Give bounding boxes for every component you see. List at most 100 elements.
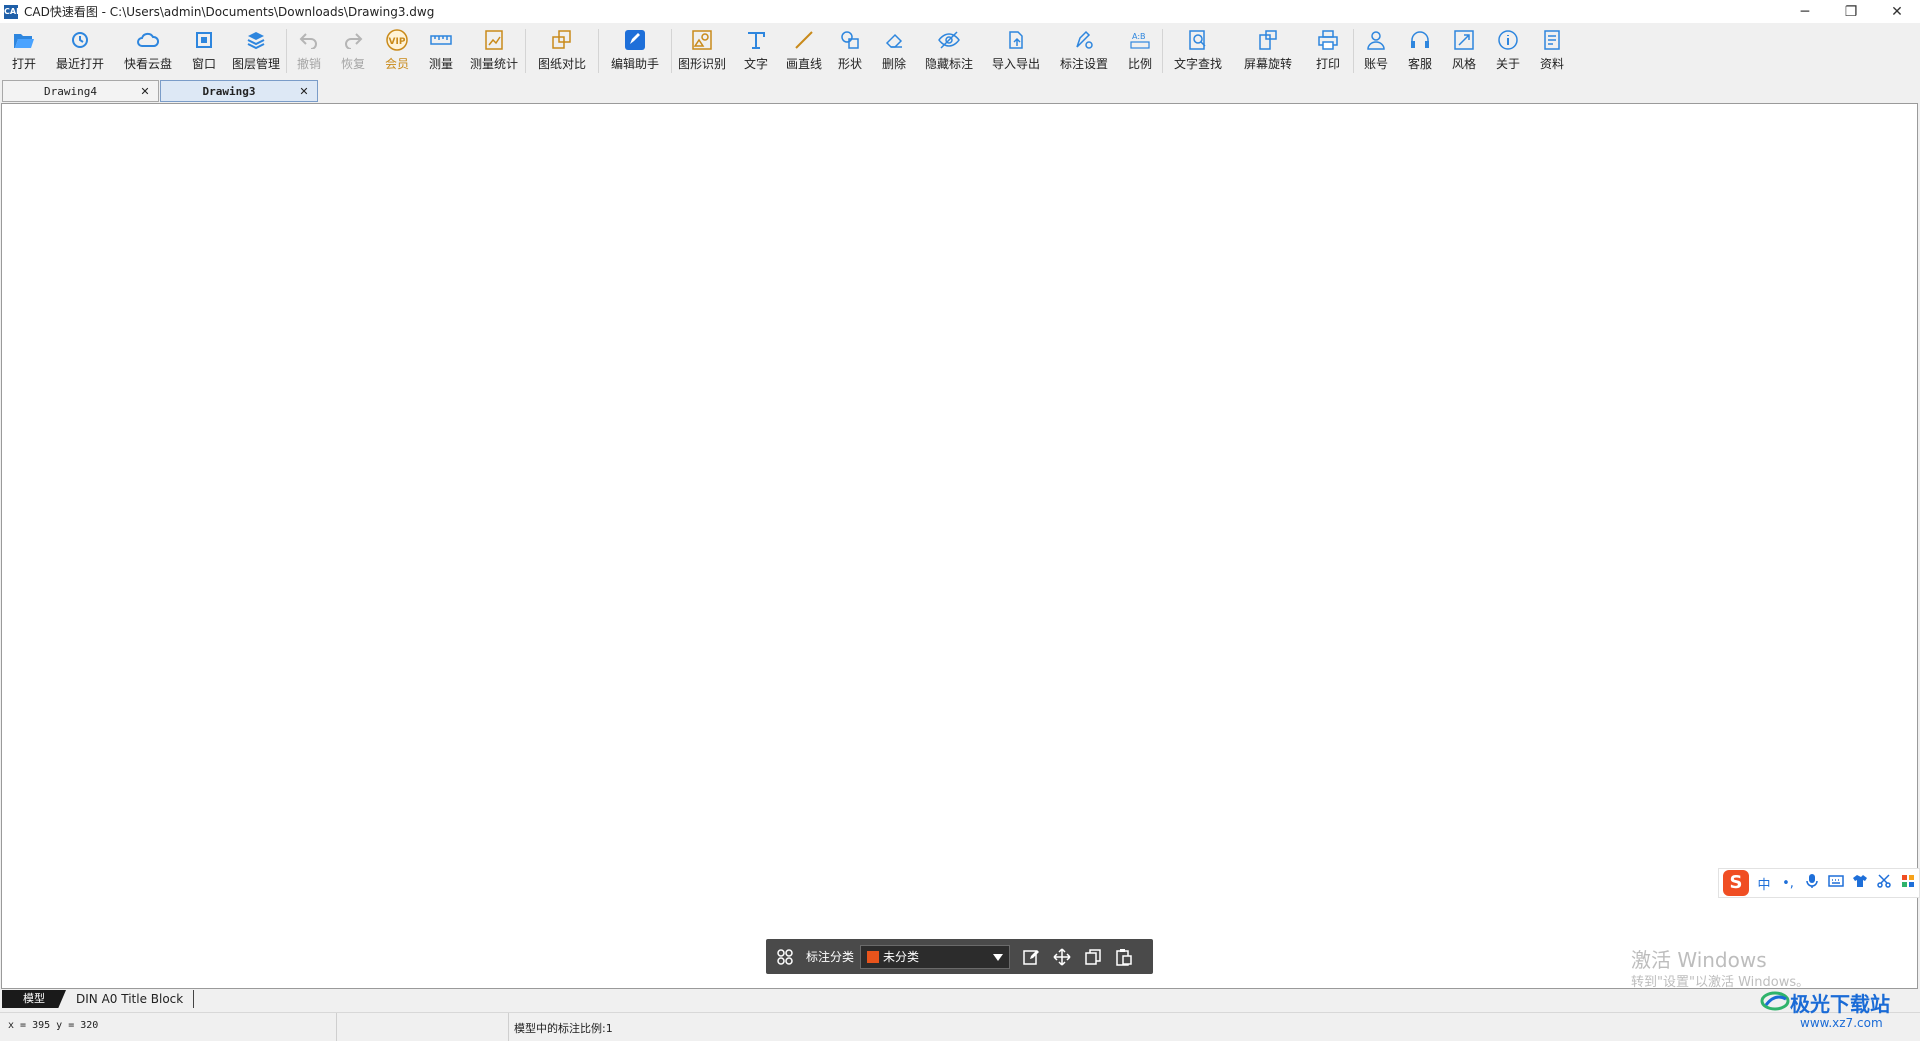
shape-recognize-button[interactable]: 图形识别 (672, 23, 732, 75)
window-icon (192, 28, 216, 52)
annotation-scale-status: 模型中的标注比例:1 (514, 1022, 613, 1035)
folder-open-icon (12, 28, 36, 52)
window-title: CAD快速看图 - C:\Users\admin\Documents\Downl… (24, 5, 435, 19)
text-icon (744, 28, 768, 52)
about-button[interactable]: 关于 (1486, 23, 1530, 75)
tab-drawing3[interactable]: Drawing3 ✕ (160, 80, 318, 102)
print-icon (1316, 28, 1340, 52)
hide-annotation-button[interactable]: 隐藏标注 (916, 23, 982, 75)
category-color-swatch (867, 950, 880, 963)
keyboard-icon[interactable] (1827, 875, 1845, 891)
line-icon (792, 28, 816, 52)
window-controls: ─ ❐ ✕ (1782, 0, 1920, 23)
layout-tabs: 模型 DIN A0 Title Block (0, 989, 1920, 1009)
scale-icon: A:B (1128, 28, 1152, 52)
microphone-icon[interactable] (1803, 873, 1821, 893)
activation-watermark-title: 激活 Windows (1631, 948, 1767, 972)
tab-drawing4[interactable]: Drawing4 ✕ (2, 80, 159, 102)
shape-icon (838, 28, 862, 52)
status-bar: x = 395 y = 320 模型中的标注比例:1 (0, 1012, 1920, 1041)
undo-button[interactable]: 撤销 (287, 23, 331, 75)
move-icon[interactable] (1051, 946, 1073, 968)
annotation-category-label: 标注分类 (806, 950, 855, 964)
chevron-down-icon (993, 953, 1004, 961)
drawing-compare-button[interactable]: 图纸对比 (526, 23, 598, 75)
annotation-toolbar: 标注分类 未分类 (766, 939, 1153, 974)
print-button[interactable]: 打印 (1303, 23, 1353, 75)
skin-shirt-icon[interactable] (1851, 874, 1869, 892)
ime-toolbar[interactable]: S 中 •, (1718, 868, 1920, 898)
window-button[interactable]: 窗口 (182, 23, 226, 75)
measure-stats-button[interactable]: 测量统计 (463, 23, 525, 75)
svg-text:A:B: A:B (1132, 32, 1146, 41)
apps-grid-icon[interactable] (1899, 874, 1917, 892)
info-icon (1496, 28, 1520, 52)
paste-icon[interactable] (1113, 946, 1135, 968)
headset-icon (1408, 28, 1432, 52)
import-export-button[interactable]: 导入导出 (982, 23, 1050, 75)
annotation-settings-icon (1072, 28, 1096, 52)
history-icon (68, 28, 92, 52)
account-button[interactable]: 账号 (1354, 23, 1398, 75)
account-icon (1364, 28, 1388, 52)
redo-button[interactable]: 恢复 (331, 23, 375, 75)
scale-button[interactable]: A:B 比例 (1118, 23, 1162, 75)
site-url: www.xz7.com (1800, 1016, 1883, 1030)
close-icon[interactable]: ✕ (138, 85, 152, 98)
screen-rotate-button[interactable]: 屏幕旋转 (1233, 23, 1303, 75)
style-icon (1452, 28, 1476, 52)
docs-button[interactable]: 资料 (1530, 23, 1574, 75)
ime-mode-toggle[interactable]: 中 (1755, 874, 1773, 893)
close-icon[interactable]: ✕ (297, 85, 311, 98)
style-button[interactable]: 风格 (1442, 23, 1486, 75)
layer-manager-button[interactable]: 图层管理 (226, 23, 286, 75)
cursor-coordinates: x = 395 y = 320 (8, 1020, 99, 1031)
annotation-tools (1020, 946, 1135, 968)
copy-icon[interactable] (1082, 946, 1104, 968)
redo-icon (341, 28, 365, 52)
customer-service-button[interactable]: 客服 (1398, 23, 1442, 75)
compare-icon (550, 28, 574, 52)
main-toolbar: 打开 最近打开 快看云盘 窗口 图层管理 撤销 恢复 VIP 会员 测量 测量统… (0, 23, 1920, 78)
annotation-settings-button[interactable]: 标注设置 (1050, 23, 1118, 75)
annotation-category-select[interactable]: 未分类 (860, 944, 1011, 969)
grid-apps-icon[interactable] (774, 946, 796, 968)
edit-assistant-icon (623, 28, 647, 52)
docs-icon (1540, 28, 1564, 52)
open-button[interactable]: 打开 (2, 23, 46, 75)
recent-open-button[interactable]: 最近打开 (46, 23, 114, 75)
minimize-button[interactable]: ─ (1782, 0, 1828, 23)
text-button[interactable]: 文字 (732, 23, 780, 75)
tab-model[interactable]: 模型 (2, 990, 66, 1008)
tab-din-a0-title-block[interactable]: DIN A0 Title Block (66, 990, 195, 1008)
edit-icon[interactable] (1020, 946, 1042, 968)
draw-line-button[interactable]: 画直线 (780, 23, 828, 75)
ruler-icon (429, 28, 453, 52)
measure-button[interactable]: 测量 (419, 23, 463, 75)
restore-button[interactable]: ❐ (1828, 0, 1874, 23)
delete-button[interactable]: 删除 (872, 23, 916, 75)
title-bar: CAD CAD快速看图 - C:\Users\admin\Documents\D… (0, 0, 1920, 23)
shape-recognize-icon (690, 28, 714, 52)
measure-stats-icon (482, 28, 506, 52)
site-name: 极光下载站 (1790, 992, 1890, 1016)
vip-button[interactable]: VIP 会员 (375, 23, 419, 75)
eraser-icon (882, 28, 906, 52)
aurora-logo-icon (1760, 989, 1790, 1016)
text-search-icon (1186, 28, 1210, 52)
close-button[interactable]: ✕ (1874, 0, 1920, 23)
text-search-button[interactable]: 文字查找 (1163, 23, 1233, 75)
layers-icon (244, 28, 268, 52)
annotation-category-value: 未分类 (883, 950, 920, 964)
app-logo-icon: CAD (4, 4, 23, 19)
document-tabstrip: Drawing4 ✕ Drawing3 ✕ (0, 78, 1920, 103)
shape-button[interactable]: 形状 (828, 23, 872, 75)
sogou-logo-icon[interactable]: S (1723, 870, 1749, 896)
cloud-disk-button[interactable]: 快看云盘 (114, 23, 182, 75)
eye-hide-icon (937, 28, 961, 52)
rotate-screen-icon (1256, 28, 1280, 52)
punctuation-toggle[interactable]: •, (1779, 876, 1797, 891)
scissors-icon[interactable] (1875, 874, 1893, 892)
drawing-canvas[interactable] (1, 103, 1918, 989)
edit-assistant-button[interactable]: 编辑助手 (599, 23, 671, 75)
